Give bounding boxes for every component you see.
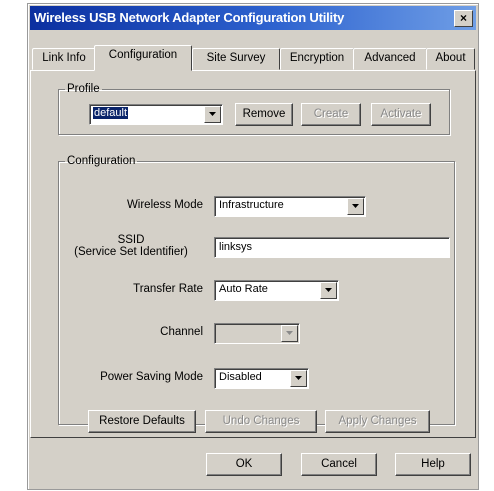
tab-advanced[interactable]: Advanced <box>353 48 427 70</box>
chevron-down-icon[interactable] <box>281 325 298 342</box>
channel-label: Channel <box>160 326 203 338</box>
profile-select[interactable]: default <box>89 104 223 125</box>
chevron-down-icon[interactable] <box>347 198 364 215</box>
config-utility-window: Wireless USB Network Adapter Configurati… <box>27 3 479 490</box>
close-icon[interactable]: × <box>454 10 473 27</box>
transfer-rate-value: Auto Rate <box>219 283 268 295</box>
profile-legend: Profile <box>67 83 100 95</box>
profile-selected-value: default <box>93 107 129 119</box>
chevron-down-icon[interactable] <box>320 282 337 299</box>
power-saving-mode-label: Power Saving Mode <box>100 371 203 383</box>
tab-link-info[interactable]: Link Info <box>32 48 96 70</box>
ssid-sublabel: (Service Set Identifier) <box>74 246 188 258</box>
ssid-label: SSID (Service Set Identifier) <box>61 234 201 258</box>
configuration-legend: Configuration <box>67 155 136 167</box>
tab-about[interactable]: About <box>426 48 475 70</box>
transfer-rate-select[interactable]: Auto Rate <box>214 280 339 301</box>
restore-defaults-button[interactable]: Restore Defaults <box>88 410 196 433</box>
power-saving-mode-select[interactable]: Disabled <box>214 368 309 389</box>
ssid-field[interactable]: linksys <box>214 237 450 258</box>
help-button[interactable]: Help <box>395 453 471 476</box>
wireless-mode-select[interactable]: Infrastructure <box>214 196 366 217</box>
remove-button[interactable]: Remove <box>235 103 293 126</box>
ssid-label-text: SSID <box>117 234 145 246</box>
ssid-value: linksys <box>219 241 253 253</box>
create-button[interactable]: Create <box>301 103 361 126</box>
configuration-panel: Profile default Remove Create Activate C… <box>30 70 476 438</box>
tab-encryption[interactable]: Encryption <box>280 48 354 70</box>
power-saving-mode-value: Disabled <box>219 371 262 383</box>
chevron-down-icon[interactable] <box>204 106 221 123</box>
tab-configuration[interactable]: Configuration <box>94 45 192 71</box>
window-title: Wireless USB Network Adapter Configurati… <box>34 10 345 25</box>
ok-button[interactable]: OK <box>206 453 282 476</box>
title-bar: Wireless USB Network Adapter Configurati… <box>30 6 476 30</box>
apply-changes-button[interactable]: Apply Changes <box>325 410 430 433</box>
cancel-button[interactable]: Cancel <box>301 453 377 476</box>
channel-select[interactable] <box>214 323 300 344</box>
activate-button[interactable]: Activate <box>371 103 431 126</box>
tab-site-survey[interactable]: Site Survey <box>192 48 280 70</box>
transfer-rate-label: Transfer Rate <box>133 283 203 295</box>
wireless-mode-label: Wireless Mode <box>126 199 203 211</box>
wireless-mode-value: Infrastructure <box>219 199 284 211</box>
chevron-down-icon[interactable] <box>290 370 307 387</box>
undo-changes-button[interactable]: Undo Changes <box>205 410 317 433</box>
